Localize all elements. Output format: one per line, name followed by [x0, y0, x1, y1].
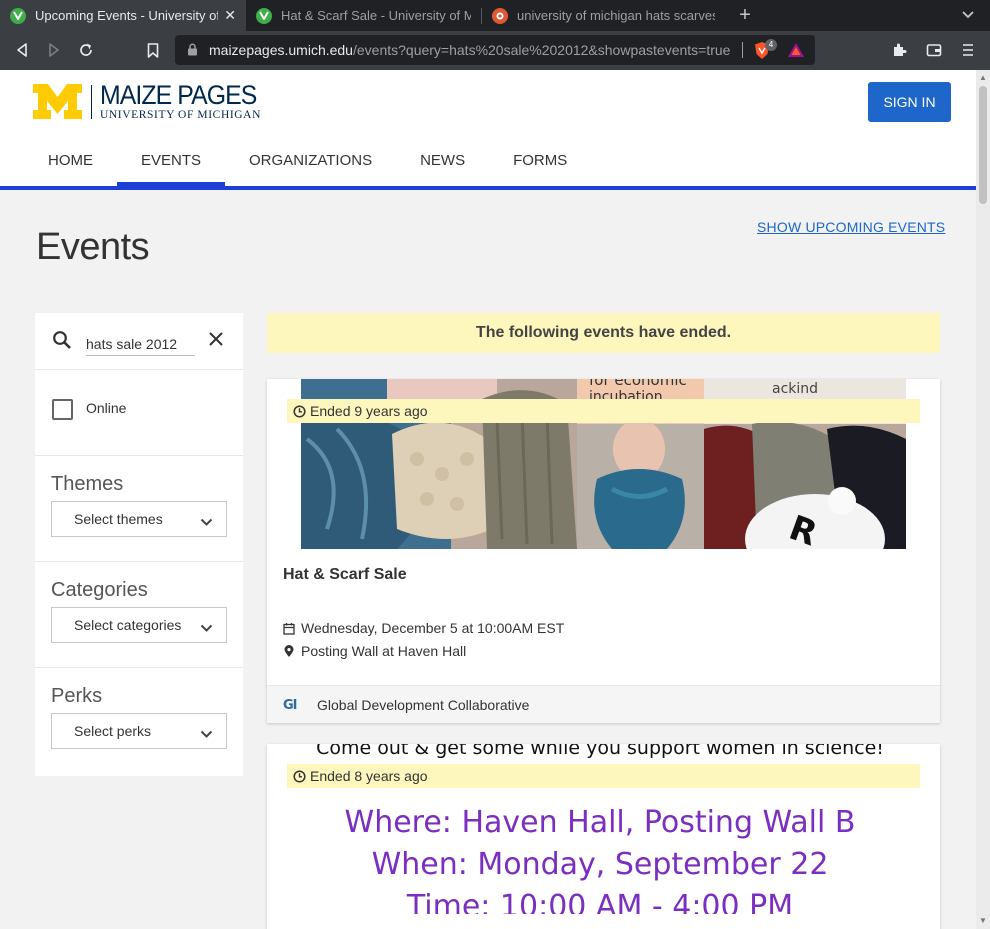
- event-host[interactable]: GI Global Development Collaborative: [267, 685, 940, 723]
- browser-tab-search[interactable]: university of michigan hats scarves: [482, 0, 725, 31]
- tab-title: Upcoming Events - University of Michigan: [35, 8, 219, 23]
- event-date: Wednesday, December 5 at 10:00AM EST: [283, 620, 564, 636]
- event-card[interactable]: for economic incubation ackind R Ended 9…: [267, 379, 940, 723]
- shields-count-badge: 4: [765, 39, 777, 51]
- event-card[interactable]: Come out & get some while you support wo…: [267, 744, 940, 929]
- ended-text: Ended 9 years ago: [310, 403, 428, 419]
- categories-select-text: Select categories: [74, 617, 182, 633]
- reload-icon[interactable]: [74, 38, 98, 62]
- tab-list-chevron-icon[interactable]: [957, 4, 979, 26]
- categories-filter: Categories Select categories: [35, 562, 243, 668]
- page-scrollbar[interactable]: ▲ ▼: [976, 70, 990, 929]
- online-checkbox[interactable]: [52, 399, 73, 420]
- address-bar[interactable]: maizepages.umich.edu/events?query=hats%2…: [175, 35, 815, 65]
- themes-title: Themes: [51, 473, 124, 495]
- new-tab-plus-icon[interactable]: +: [733, 3, 757, 27]
- logo-wordmark: MAIZE PAGES UNIVERSITY OF MICHIGAN: [100, 80, 270, 122]
- bookmark-icon[interactable]: [141, 38, 165, 62]
- search-icon: [52, 330, 72, 355]
- logo-sub-text: UNIVERSITY OF MICHIGAN: [100, 109, 261, 121]
- flyer-when-text: When: Monday, September 22: [372, 847, 829, 882]
- ended-badge: Ended 8 years ago: [287, 764, 920, 788]
- search-input[interactable]: [86, 328, 195, 356]
- image-sign-text: for economic: [589, 379, 687, 389]
- chevron-down-icon: [200, 620, 213, 638]
- event-date-text: Wednesday, December 5 at 10:00AM EST: [301, 620, 565, 636]
- filter-sidebar: Online Themes Select themes Categories S…: [35, 313, 243, 776]
- wallet-icon[interactable]: [922, 38, 946, 62]
- browser-menu-icon[interactable]: [956, 38, 980, 62]
- clock-icon: [293, 769, 306, 783]
- nav-home[interactable]: HOME: [24, 143, 117, 186]
- perks-select[interactable]: Select perks: [51, 713, 227, 749]
- maize-pages-icon: [256, 7, 272, 24]
- perks-filter: Perks Select perks: [35, 668, 243, 774]
- url-text: maizepages.umich.edu/events?query=hats%2…: [209, 42, 731, 58]
- clock-icon: [293, 404, 306, 418]
- page-title: Events: [36, 226, 150, 268]
- image-sign-text-3: ackind: [772, 381, 818, 397]
- back-icon[interactable]: [10, 38, 34, 62]
- chevron-down-icon: [200, 726, 213, 744]
- scrollbar-thumb[interactable]: [979, 86, 987, 204]
- lock-icon: [187, 43, 198, 61]
- perks-title: Perks: [51, 685, 103, 707]
- event-location-text: Posting Wall at Haven Hall: [301, 643, 467, 659]
- logo-divider: [91, 84, 92, 119]
- flyer-time-text: Time: 10:00 AM - 4:00 PM: [406, 889, 793, 914]
- nav-forms[interactable]: FORMS: [489, 143, 591, 186]
- perks-select-text: Select perks: [74, 723, 152, 739]
- nav-organizations[interactable]: ORGANIZATIONS: [225, 143, 396, 186]
- block-m-icon: [33, 84, 82, 119]
- scroll-down-arrow-icon[interactable]: ▼: [976, 915, 990, 927]
- online-filter: Online: [35, 370, 243, 456]
- ended-badge: Ended 9 years ago: [287, 399, 920, 423]
- nav-events[interactable]: EVENTS: [117, 143, 226, 186]
- forward-icon[interactable]: [42, 38, 66, 62]
- nav-news[interactable]: NEWS: [396, 143, 489, 186]
- categories-title: Categories: [51, 579, 148, 601]
- browser-tab-bar: Upcoming Events - University of Michigan…: [0, 0, 990, 31]
- themes-select-text: Select themes: [74, 511, 163, 527]
- ended-text: Ended 8 years ago: [310, 768, 428, 784]
- browser-tab-hat-scarf-sale[interactable]: Hat & Scarf Sale - University of Michiga…: [246, 0, 481, 31]
- themes-select[interactable]: Select themes: [51, 501, 227, 537]
- logo-main-text: MAIZE PAGES: [100, 80, 257, 110]
- brave-rewards-icon[interactable]: [787, 42, 805, 63]
- ended-events-banner: The following events have ended.: [267, 313, 940, 353]
- online-label: Online: [86, 400, 127, 416]
- chevron-down-icon: [200, 514, 213, 532]
- clear-search-icon[interactable]: [208, 331, 224, 352]
- extensions-icon[interactable]: [888, 38, 912, 62]
- flyer-where-text: Where: Haven Hall, Posting Wall B: [345, 805, 856, 840]
- org-name: Global Development Collaborative: [317, 697, 530, 713]
- site-header: MAIZE PAGES UNIVERSITY OF MICHIGAN SIGN …: [0, 70, 976, 190]
- browser-tab-upcoming-events[interactable]: Upcoming Events - University of Michigan…: [0, 0, 246, 31]
- scroll-up-arrow-icon[interactable]: ▲: [976, 72, 990, 84]
- main-nav: HOME EVENTS ORGANIZATIONS NEWS FORMS: [24, 143, 591, 186]
- url-separator: [742, 42, 743, 58]
- maize-pages-icon: [10, 7, 26, 24]
- duckduckgo-icon: [492, 7, 508, 24]
- categories-select[interactable]: Select categories: [51, 607, 227, 643]
- sign-in-button[interactable]: SIGN IN: [868, 82, 951, 122]
- tab-title: Hat & Scarf Sale - University of Michiga…: [281, 8, 471, 23]
- calendar-icon: [283, 622, 295, 635]
- event-title[interactable]: Hat & Scarf Sale: [283, 566, 407, 584]
- event-location: Posting Wall at Haven Hall: [283, 643, 466, 659]
- themes-filter: Themes Select themes: [35, 456, 243, 562]
- browser-toolbar: maizepages.umich.edu/events?query=hats%2…: [0, 31, 990, 70]
- search-row: [35, 313, 243, 370]
- maize-pages-logo[interactable]: MAIZE PAGES UNIVERSITY OF MICHIGAN: [33, 82, 270, 121]
- page-viewport: MAIZE PAGES UNIVERSITY OF MICHIGAN SIGN …: [0, 70, 976, 929]
- map-pin-icon: [284, 644, 294, 657]
- flyer-top-text: Come out & get some while you support wo…: [316, 744, 884, 759]
- close-tab-icon[interactable]: ✕: [224, 7, 236, 24]
- show-upcoming-events-link[interactable]: SHOW UPCOMING EVENTS: [757, 219, 945, 235]
- tab-title: university of michigan hats scarves: [517, 8, 715, 23]
- org-logo: GI: [283, 698, 297, 713]
